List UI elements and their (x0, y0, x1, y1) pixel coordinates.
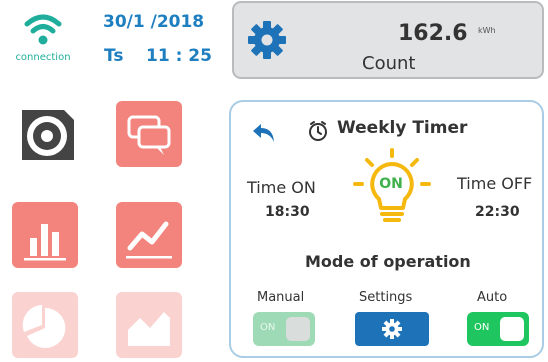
chat-icon (127, 115, 171, 155)
back-arrow-icon[interactable] (251, 122, 277, 144)
time-on-value[interactable]: 18:30 (265, 204, 310, 220)
connection-label: connection (15, 52, 71, 63)
connection-status: connection (8, 12, 78, 64)
counter-unit: kWh (478, 26, 496, 35)
settings-button[interactable] (355, 312, 429, 346)
manual-label: Manual (257, 290, 305, 305)
manual-toggle-text: ON (260, 322, 276, 333)
mode-title: Mode of operation (305, 252, 471, 271)
time-off-value[interactable]: 22:30 (475, 204, 520, 220)
time-off-label: Time OFF (457, 174, 533, 193)
time-on-label: Time ON (247, 178, 316, 197)
gear-icon (382, 319, 402, 339)
counter-label: Count (362, 53, 416, 74)
tile-bar-chart[interactable] (12, 202, 78, 268)
auto-toggle-text: ON (474, 322, 490, 333)
auto-label: Auto (477, 290, 508, 305)
wifi-icon (24, 14, 62, 45)
tile-line-chart[interactable] (116, 202, 182, 268)
gear-icon[interactable] (246, 19, 288, 61)
weekly-timer-panel: Weekly Timer Time ON 18:30 ON Time OFF 2… (229, 100, 544, 358)
tile-chat[interactable] (116, 101, 182, 167)
auto-toggle-knob (500, 317, 524, 341)
manual-toggle-knob (286, 317, 310, 341)
area-chart-icon (128, 312, 170, 346)
manual-toggle[interactable]: ON (253, 312, 315, 346)
tile-disc[interactable] (14, 100, 80, 166)
ts-label: Ts (104, 46, 124, 66)
panel-title: Weekly Timer (337, 118, 468, 138)
settings-label: Settings (359, 290, 413, 305)
energy-counter-panel[interactable]: 162.6 kWh Count (232, 1, 544, 79)
counter-value: 162.6 (398, 21, 468, 46)
line-chart-icon (126, 221, 172, 259)
bulb-state-label: ON (379, 176, 403, 192)
tile-area-chart[interactable] (116, 292, 182, 358)
bar-chart-icon (24, 224, 66, 261)
pie-chart-icon (22, 305, 66, 348)
disc-icon (22, 110, 74, 160)
time-display: 11 : 25 (146, 46, 212, 66)
auto-toggle[interactable]: ON (467, 312, 529, 346)
tile-pie-chart[interactable] (12, 292, 78, 358)
timer-clock-icon (309, 121, 327, 141)
date-display: 30/1 /2018 (103, 12, 205, 32)
